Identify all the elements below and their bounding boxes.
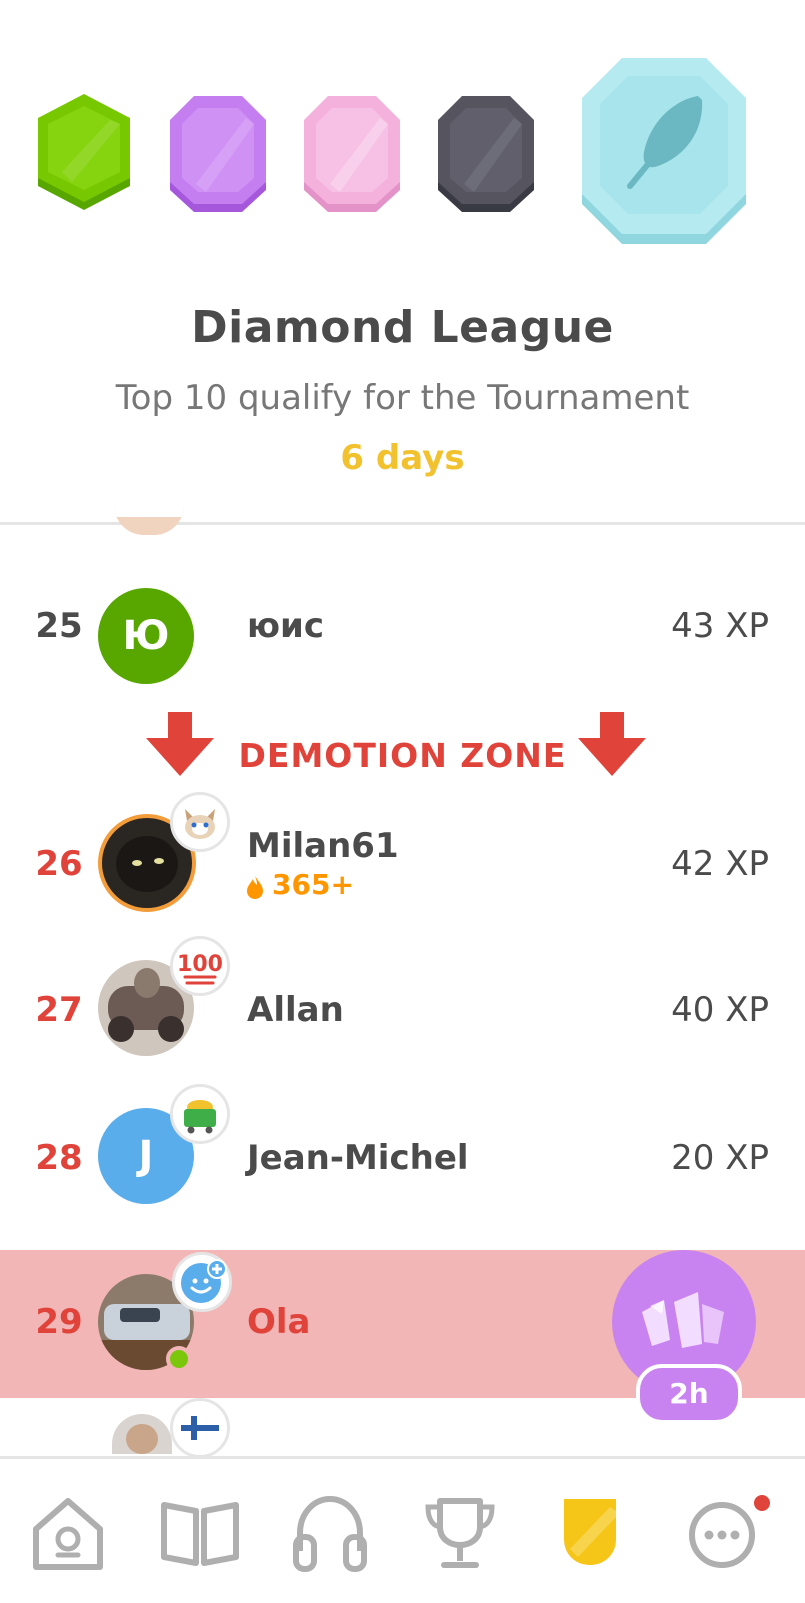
demotion-zone-label: DEMOTION ZONE [238,736,567,775]
streak-count: 365+ [272,868,354,901]
finland-flag-badge-icon [170,1398,230,1458]
chest-timer-badge: 2h [636,1364,742,1424]
add-friend-badge-icon [172,1252,232,1312]
trophy-icon [425,1498,495,1568]
nav-home[interactable] [18,1459,118,1603]
home-icon [33,1498,103,1570]
rank-number: 29 [35,1302,83,1342]
avatar[interactable]: Ю [98,588,194,684]
car-window-photo [120,1308,160,1322]
leaderboard-row-28[interactable]: 28 J Jean-Michel 20 XP [0,1084,805,1244]
green-league-badge-icon [38,94,130,210]
user-name: Allan [247,990,344,1030]
streak-flame-icon [247,876,263,899]
user-xp: 20 XP [671,1138,769,1178]
nav-more[interactable] [672,1459,772,1603]
more-icon [689,1495,770,1568]
dark-league-badge-icon [438,96,534,212]
dumpster-emoji-badge-icon [170,1084,230,1144]
rank-number: 27 [35,990,83,1030]
leaderboard-row-26[interactable]: 26 Milan61 365+ 42 XP [0,792,805,948]
rank-number: 28 [35,1138,83,1178]
nav-leagues[interactable] [540,1459,640,1603]
diamond-league-badge-icon [582,58,746,244]
book-icon [161,1502,239,1566]
online-status-dot [166,1346,192,1372]
leaderboard-row-25[interactable]: 25 Ю юис 43 XP [0,560,805,708]
demotion-arrow-right-icon [578,712,646,776]
partial-avatar [112,1414,172,1454]
shield-icon [564,1499,616,1565]
cat-photo [116,836,178,892]
user-name: Ola [247,1302,311,1342]
rank-number: 26 [35,844,83,884]
nav-leaderboard-trophy[interactable] [410,1459,510,1603]
cat-eye [154,858,164,864]
nav-listening[interactable] [280,1459,380,1603]
pink-league-badge-icon [304,96,400,212]
partial-avatar [114,505,184,535]
league-time-left: 6 days [340,438,465,478]
cat-emoji-badge-icon [170,792,230,852]
hundred-emoji-text: 100 [177,952,223,977]
avatar-letter: Ю [122,613,170,659]
purple-league-badge-icon [170,96,266,212]
bottom-navigation [0,1456,805,1603]
user-xp: 42 XP [671,844,769,884]
user-name: юис [247,606,325,646]
league-title: Diamond League [191,302,614,353]
rank-number: 25 [35,606,83,646]
user-name: Milan61 [247,826,399,866]
cat-eye [132,860,142,866]
user-name: Jean-Michel [247,1138,469,1178]
user-xp: 43 XP [671,606,769,646]
rider-photo [134,968,160,998]
wheel-photo [158,1016,184,1042]
user-xp: 40 XP [671,990,769,1030]
leaderboard-row-27[interactable]: 27 100 Allan 40 XP [0,936,805,1096]
hundred-emoji-badge-icon: 100 [170,936,230,996]
headphones-icon [293,1495,367,1572]
nav-stories[interactable] [150,1459,250,1603]
wheel-photo [108,1016,134,1042]
league-subtitle: Top 10 qualify for the Tournament [115,378,690,418]
